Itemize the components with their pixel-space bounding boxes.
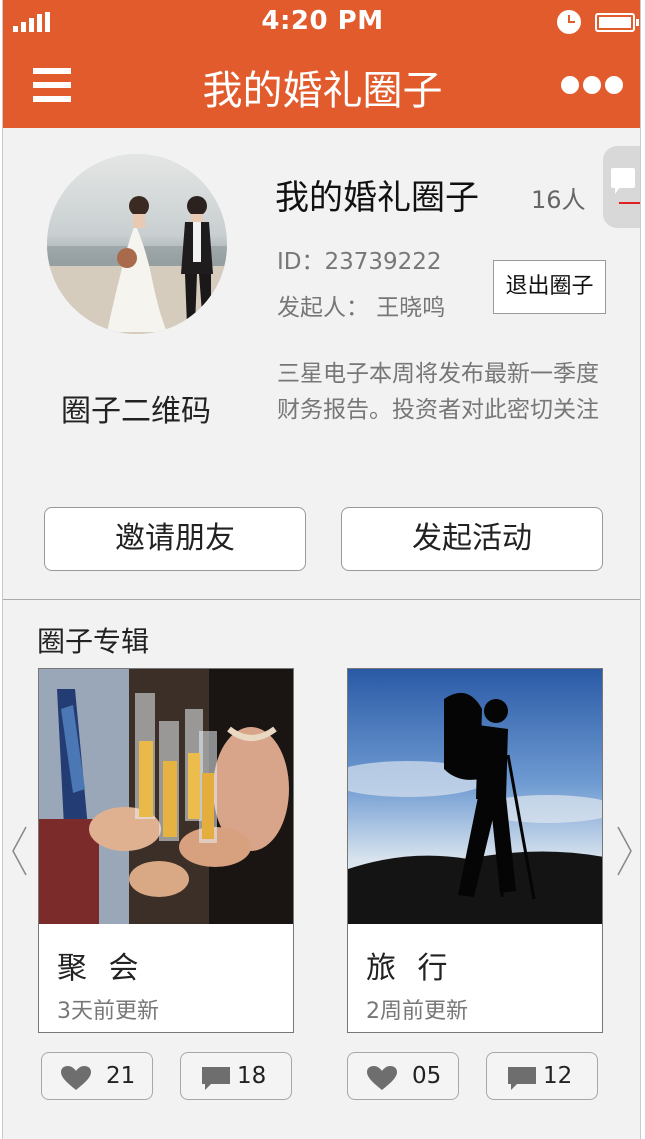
- comment-count: 18: [237, 1063, 267, 1089]
- group-id: ID：23739222: [277, 249, 442, 275]
- album-card-party[interactable]: 聚 会 3天前更新: [38, 668, 294, 1033]
- album-photo-party: [39, 669, 293, 924]
- comment-count: 12: [543, 1063, 573, 1089]
- wedding-photo: [47, 154, 227, 334]
- status-bar: 4:20 PM: [3, 0, 640, 44]
- heart-icon: [61, 1066, 91, 1090]
- top-bar: 4:20 PM 我的婚礼圈子: [3, 0, 640, 128]
- app-screen: 4:20 PM 我的婚礼圈子 我的婚礼圈子 16人 ID：23739222 发起…: [2, 0, 641, 1139]
- chevron-left-icon[interactable]: [11, 826, 27, 876]
- comment-icon: [202, 1067, 230, 1090]
- heart-icon: [367, 1066, 397, 1090]
- comment-button-travel[interactable]: 12: [486, 1052, 598, 1100]
- start-activity-button[interactable]: 发起活动: [341, 507, 603, 571]
- group-description: 三星电子本周将发布最新一季度财务报告。投资者对此密切关注: [277, 361, 599, 423]
- section-divider: [3, 599, 640, 600]
- group-founder: 发起人： 王晓鸣: [277, 295, 446, 321]
- album-name: 聚 会: [57, 951, 145, 986]
- quit-group-button[interactable]: 退出圈子: [493, 260, 606, 314]
- like-count: 21: [106, 1063, 136, 1089]
- page-title: 我的婚礼圈子: [202, 68, 443, 114]
- album-name: 旅 行: [366, 951, 454, 986]
- message-icon: [611, 168, 635, 194]
- album-updated-time: 2周前更新: [366, 999, 468, 1024]
- side-tab-indicator: [619, 202, 640, 204]
- album-updated-time: 3天前更新: [57, 999, 159, 1024]
- group-avatar[interactable]: [47, 154, 227, 334]
- album-photo-travel: [348, 669, 602, 924]
- chevron-right-icon[interactable]: [617, 826, 633, 876]
- status-time: 4:20 PM: [261, 6, 384, 36]
- member-count: 16人: [531, 186, 586, 214]
- comment-button-party[interactable]: 18: [180, 1052, 292, 1100]
- more-icon[interactable]: [561, 76, 625, 96]
- group-name: 我的婚礼圈子: [275, 178, 479, 218]
- albums-section-title: 圈子专辑: [37, 625, 150, 658]
- side-message-tab[interactable]: [603, 146, 640, 228]
- invite-friends-button[interactable]: 邀请朋友: [44, 507, 306, 571]
- like-button-party[interactable]: 21: [41, 1052, 153, 1100]
- like-count: 05: [412, 1063, 442, 1089]
- comment-icon: [508, 1067, 536, 1090]
- battery-icon: [595, 13, 639, 32]
- alarm-icon: [557, 10, 581, 34]
- nav-bar: 我的婚礼圈子: [3, 44, 640, 128]
- group-qr-code-link[interactable]: 圈子二维码: [61, 386, 211, 430]
- like-button-travel[interactable]: 05: [347, 1052, 459, 1100]
- album-card-travel[interactable]: 旅 行 2周前更新: [347, 668, 603, 1033]
